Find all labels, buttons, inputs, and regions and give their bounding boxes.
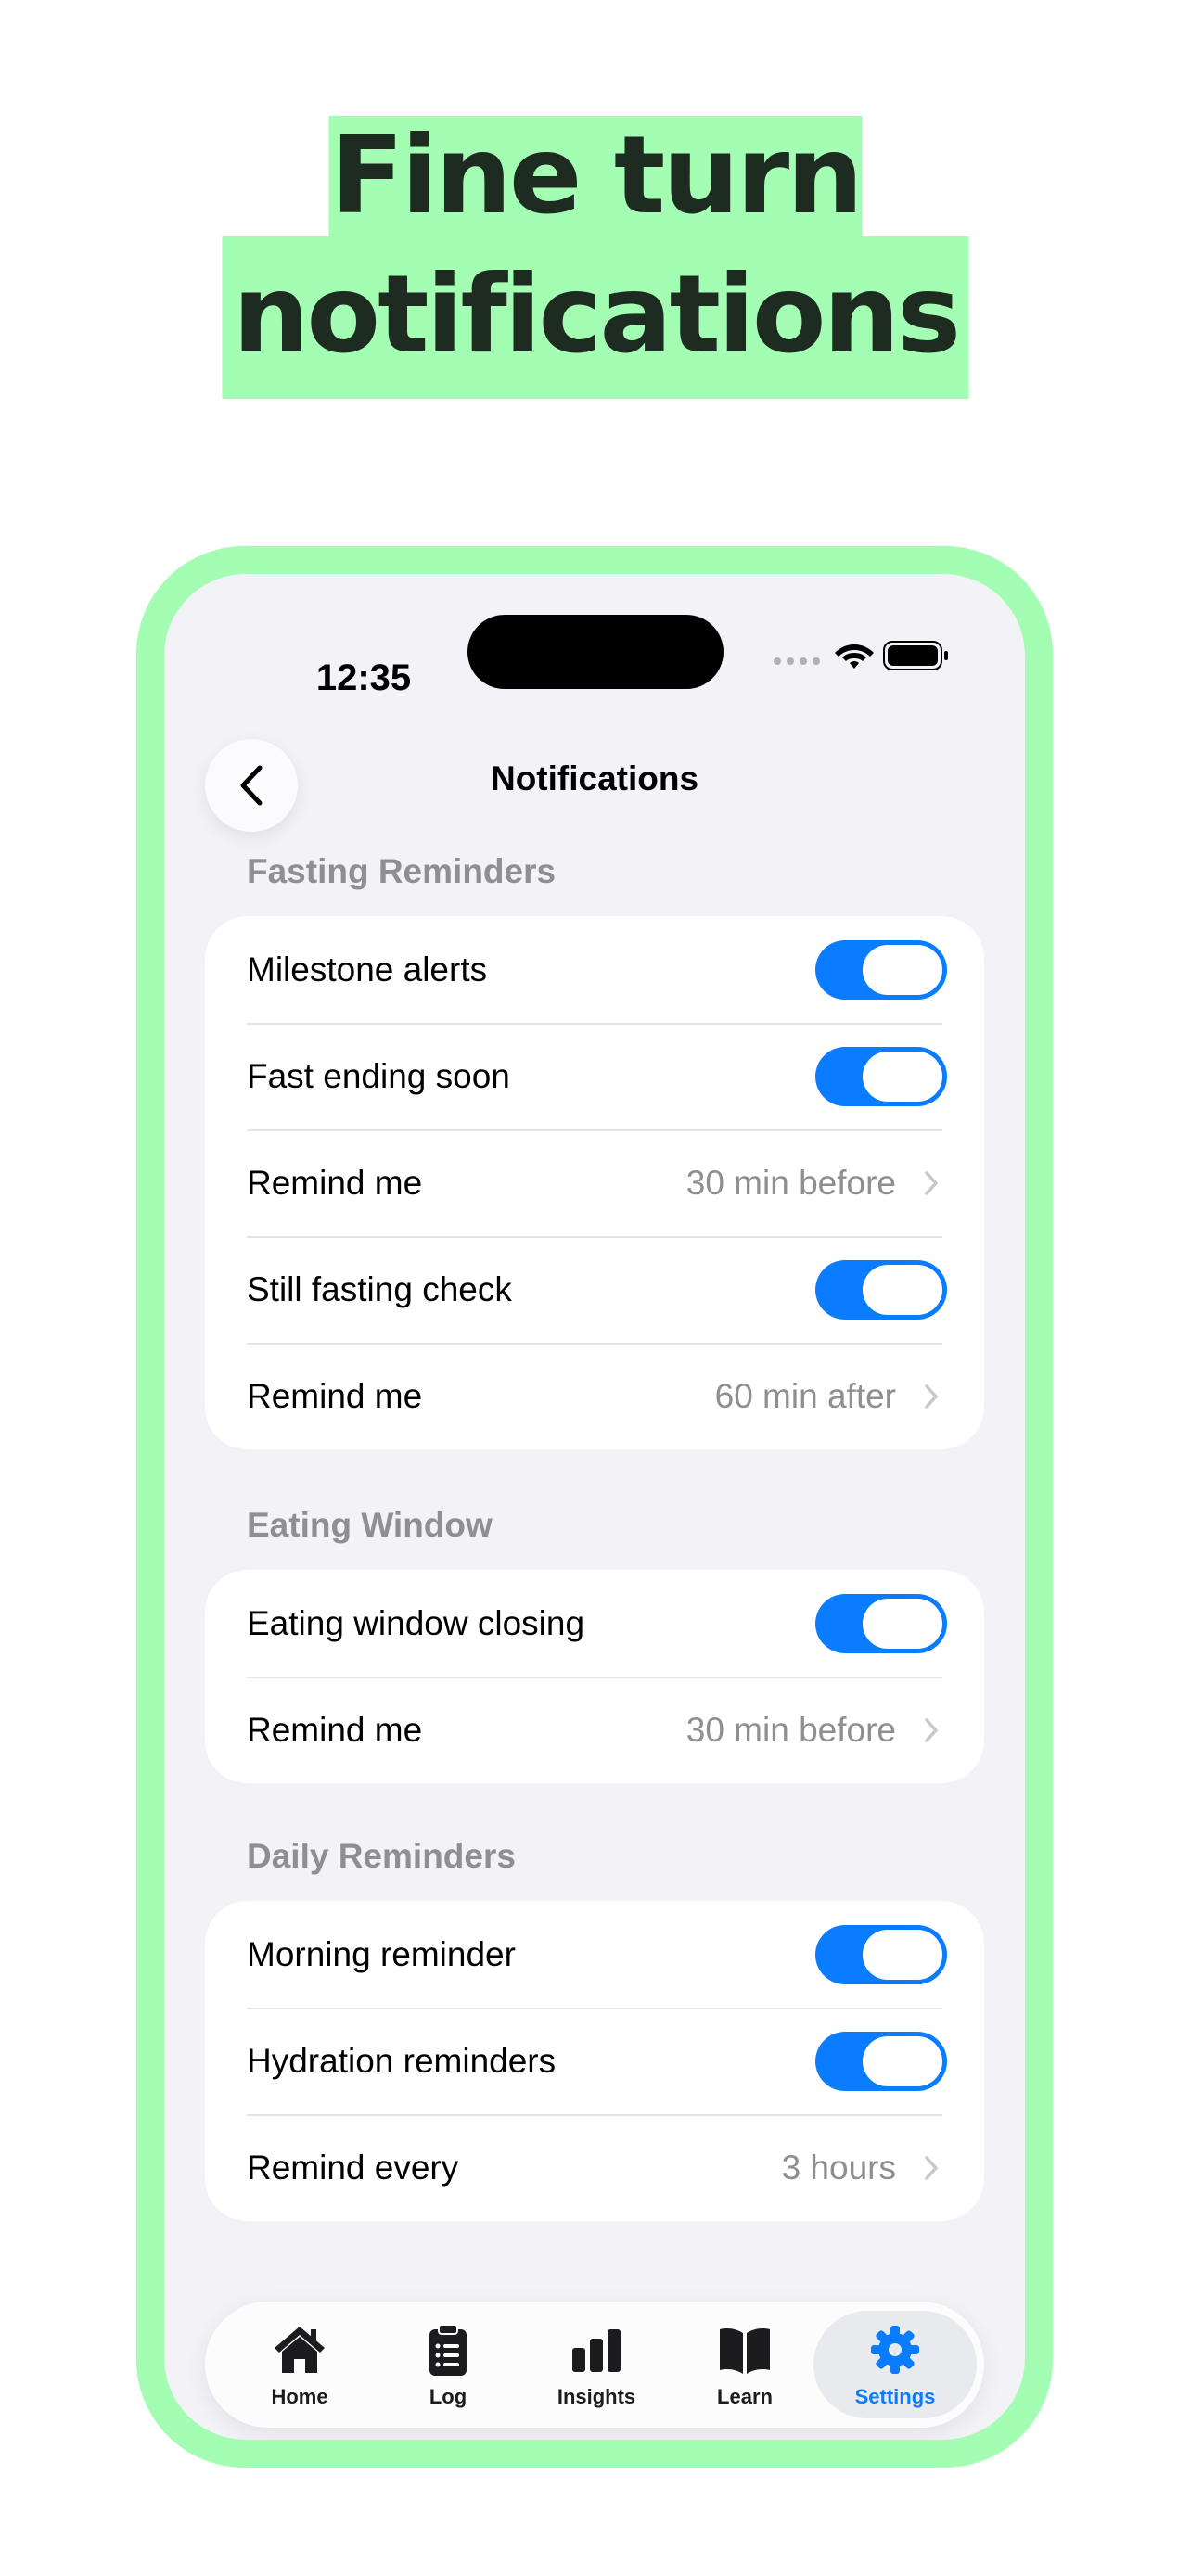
phone-frame: 12:35 Notifications Fasting Reminders Mi… — [136, 546, 1053, 2468]
chevron-right-icon — [925, 1171, 938, 1195]
row-label: Remind me — [247, 1377, 423, 1415]
chevron-right-icon — [925, 1384, 938, 1409]
row-fast-ending-soon: Fast ending soon — [205, 1023, 984, 1129]
row-still-fasting-remind-me[interactable]: Remind me 60 min after — [205, 1343, 984, 1449]
wifi-icon — [835, 644, 874, 669]
card-daily-reminders: Morning reminder Hydration reminders Rem… — [205, 1901, 984, 2221]
tab-label: Insights — [557, 2385, 636, 2408]
tab-log[interactable]: Log — [374, 2311, 522, 2418]
dynamic-island — [467, 615, 724, 689]
card-fasting-reminders: Milestone alerts Fast ending soon Remind… — [205, 916, 984, 1449]
row-label: Still fasting check — [247, 1270, 512, 1308]
tab-label: Log — [429, 2385, 467, 2408]
card-eating-window: Eating window closing Remind me 30 min b… — [205, 1570, 984, 1783]
status-icons — [774, 637, 959, 674]
hydration-reminders-toggle[interactable] — [815, 2032, 947, 2091]
still-fasting-check-toggle[interactable] — [815, 1260, 947, 1320]
row-morning-reminder: Morning reminder — [205, 1901, 984, 2008]
row-label: Fast ending soon — [247, 1057, 510, 1095]
cellular-signal-icon — [774, 657, 820, 665]
row-milestone-alerts: Milestone alerts — [205, 916, 984, 1023]
headline-line-1: Fine turn — [328, 113, 864, 238]
chevron-right-icon — [925, 1718, 938, 1742]
row-value: 3 hours — [781, 2149, 896, 2187]
row-label: Remind me — [247, 1711, 423, 1749]
row-value: 30 min before — [685, 1711, 896, 1749]
row-remind-every[interactable]: Remind every 3 hours — [205, 2114, 984, 2221]
tab-settings[interactable]: Settings — [813, 2311, 977, 2418]
clipboard-icon — [429, 2324, 467, 2376]
row-value: 60 min after — [714, 1377, 896, 1415]
row-still-fasting-check: Still fasting check — [205, 1236, 984, 1343]
row-label: Remind every — [247, 2149, 459, 2187]
tab-home[interactable]: Home — [225, 2311, 374, 2418]
row-label: Morning reminder — [247, 1935, 516, 1973]
tab-label: Home — [271, 2385, 328, 2408]
headline-line-2: notifications — [222, 236, 969, 399]
row-label: Remind me — [247, 1164, 423, 1202]
section-title-eating-window: Eating Window — [247, 1506, 493, 1544]
chevron-right-icon — [925, 2156, 938, 2180]
tab-label: Learn — [717, 2385, 773, 2408]
battery-icon — [883, 641, 948, 670]
row-eating-window-closing: Eating window closing — [205, 1570, 984, 1677]
tab-learn[interactable]: Learn — [671, 2311, 819, 2418]
row-eating-window-remind-me[interactable]: Remind me 30 min before — [205, 1677, 984, 1783]
tab-label: Settings — [854, 2385, 936, 2408]
book-icon — [720, 2328, 770, 2374]
row-hydration-reminders: Hydration reminders — [205, 2008, 984, 2114]
row-label: Milestone alerts — [247, 950, 488, 988]
home-icon — [275, 2327, 325, 2373]
eating-window-closing-toggle[interactable] — [815, 1594, 947, 1653]
fast-ending-soon-toggle[interactable] — [815, 1047, 947, 1106]
tab-bar: Home Log Insights Learn Settings — [205, 2302, 984, 2428]
row-label: Hydration reminders — [247, 2042, 557, 2080]
milestone-alerts-toggle[interactable] — [815, 940, 947, 1000]
gear-icon — [871, 2326, 919, 2374]
row-fast-ending-remind-me[interactable]: Remind me 30 min before — [205, 1129, 984, 1236]
page-title: Notifications — [490, 759, 699, 797]
tab-insights[interactable]: Insights — [522, 2311, 671, 2418]
phone-screen: 12:35 Notifications Fasting Reminders Mi… — [164, 574, 1025, 2440]
morning-reminder-toggle[interactable] — [815, 1925, 947, 1984]
section-title-daily-reminders: Daily Reminders — [247, 1837, 516, 1875]
row-value: 30 min before — [685, 1164, 896, 1202]
bar-chart-icon — [572, 2329, 621, 2372]
section-title-fasting-reminders: Fasting Reminders — [247, 852, 557, 890]
row-label: Eating window closing — [247, 1604, 585, 1642]
status-time: 12:35 — [315, 657, 412, 698]
